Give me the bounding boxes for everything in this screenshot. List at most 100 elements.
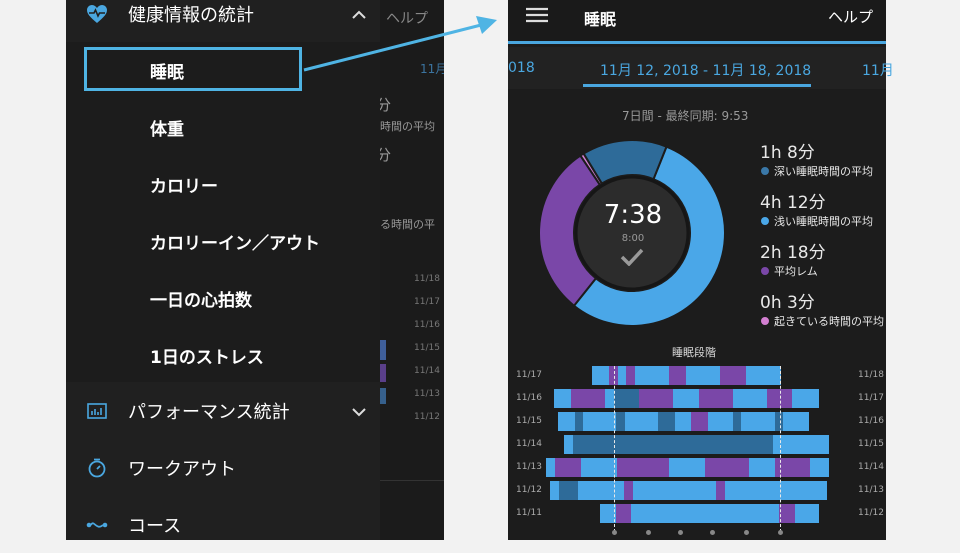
sleep-stages-chart: 11/17 11/18 11/16 11/17 11/15 11/16 11/14 11/15… (508, 366, 886, 540)
legend-label-awake: 起きている時間の平均 (774, 315, 884, 328)
behind-date: 11/15 (414, 343, 440, 353)
time-axis-dot (612, 530, 617, 535)
drawer-subitem-label: 1日のストレス (150, 347, 264, 368)
stage-day-label: 11/15 (516, 416, 542, 426)
time-axis-dot (778, 530, 783, 535)
legend-value-rem: 2h 18分 (760, 243, 826, 263)
tab-previous-week[interactable]: 018 (508, 60, 535, 76)
legend-dot-light (761, 217, 769, 225)
heart-icon (86, 3, 108, 25)
drawer-item-label: 健康情報の統計 (128, 5, 254, 26)
stage-day-label-right: 11/17 (858, 393, 884, 403)
stage-bar (558, 412, 809, 431)
bedtime-marker-line (780, 366, 781, 532)
stage-bar (546, 458, 829, 477)
stage-day-label-right: 11/12 (858, 508, 884, 518)
stage-bar (550, 481, 827, 500)
app-header: 睡眠 ヘルプ (508, 0, 886, 44)
drawer-subitem-heart-rate[interactable]: 一日の心拍数 (66, 270, 380, 326)
stage-bar (564, 435, 829, 454)
behind-bar (380, 388, 386, 404)
time-axis-dot (678, 530, 683, 535)
legend-label-rem: 平均レム (774, 265, 818, 278)
chevron-down-icon (352, 402, 366, 421)
chart-icon (86, 400, 108, 422)
stage-segment (810, 504, 819, 523)
legend-dot-deep (761, 167, 769, 175)
drawer-item-course[interactable]: コース (66, 497, 380, 553)
donut-goal: 8:00 (621, 233, 645, 244)
stage-day-label: 11/11 (516, 508, 542, 518)
drawer-item-workout[interactable]: ワークアウト (66, 440, 380, 496)
stage-day-label-right: 11/15 (858, 439, 884, 449)
time-axis-dot (710, 530, 715, 535)
page-title: 睡眠 (584, 10, 617, 29)
stage-day-label: 11/14 (516, 439, 542, 449)
drawer-subitem-label: 体重 (150, 119, 184, 140)
time-axis-dot (744, 530, 749, 535)
drawer-item-label: ワークアウト (128, 459, 236, 480)
behind-bar (380, 340, 386, 360)
stage-day-label-right: 11/13 (858, 485, 884, 495)
behind-date: 11/18 (414, 274, 440, 284)
legend-dot-awake (761, 317, 769, 325)
legend-value-light: 4h 12分 (760, 193, 826, 213)
pointer-arrow (303, 16, 497, 72)
date-range-tabs: 018 11月 12, 2018 - 11月 18, 2018 11月 (508, 47, 894, 89)
stopwatch-icon (86, 457, 108, 479)
checkmark-icon (620, 248, 644, 270)
sync-status: 7日間 - 最終同期: 9:53 (622, 109, 749, 123)
legend-value-awake: 0h 3分 (760, 293, 815, 313)
drawer-item-performance[interactable]: パフォーマンス統計 (66, 383, 380, 439)
stage-segment (799, 412, 809, 431)
stage-bar (592, 366, 781, 385)
sleep-legend: 1h 8分 深い睡眠時間の平均 4h 12分 浅い睡眠時間の平均 2h 18分 … (760, 138, 886, 338)
stage-bar (554, 389, 819, 408)
drawer-subitem-calories-in-out[interactable]: カロリーイン／アウト (66, 213, 380, 269)
help-button[interactable]: ヘルプ (828, 6, 873, 27)
drawer-subitem-stress[interactable]: 1日のストレス (66, 327, 380, 383)
stage-day-label-right: 11/14 (858, 462, 884, 472)
active-tab-indicator (583, 84, 811, 87)
legend-label-deep: 深い睡眠時間の平均 (774, 165, 873, 178)
stage-day-label: 11/17 (516, 370, 542, 380)
behind-frag2: 時間の平均 (380, 120, 435, 133)
drawer-item-label: パフォーマンス統計 (128, 402, 290, 423)
stage-bar (600, 504, 819, 523)
behind-frag4: る時間の平 (380, 218, 435, 231)
behind-date: 11/13 (414, 389, 440, 399)
stage-day-label: 11/16 (516, 393, 542, 403)
drawer-subitem-label: カロリー (150, 176, 218, 197)
stage-segment (818, 435, 829, 454)
legend-value-deep: 1h 8分 (760, 143, 815, 163)
behind-bar (380, 364, 386, 382)
tab-next-week[interactable]: 11月 (862, 60, 894, 80)
stage-segment (819, 458, 829, 477)
drawer-subitem-label: カロリーイン／アウト (150, 233, 320, 254)
bedtime-marker-line (614, 366, 615, 532)
drawer-subitem-calories[interactable]: カロリー (66, 156, 380, 212)
behind-divider (380, 480, 444, 481)
behind-frag1: 分 (380, 96, 392, 114)
drawer-subitem-label: 一日の心拍数 (150, 290, 252, 311)
legend-dot-rem (761, 267, 769, 275)
legend-label-light: 浅い睡眠時間の平均 (774, 215, 873, 228)
drawer-subitem-weight[interactable]: 体重 (66, 99, 380, 155)
stage-day-label: 11/12 (516, 485, 542, 495)
behind-date: 11/16 (414, 320, 440, 330)
time-axis-dot (646, 530, 651, 535)
behind-frag3: 分 (380, 146, 392, 164)
behind-date: 11/17 (414, 297, 440, 307)
stage-day-label-right: 11/18 (858, 370, 884, 380)
behind-date: 11/14 (414, 366, 440, 376)
behind-date: 11/12 (414, 412, 440, 422)
stage-segment (809, 389, 819, 408)
sleep-highlight-box (84, 47, 302, 91)
sleep-stages-title: 睡眠段階 (672, 346, 716, 359)
hamburger-icon[interactable] (526, 6, 548, 28)
tab-current-week[interactable]: 11月 12, 2018 - 11月 18, 2018 (600, 60, 811, 80)
donut-center-time: 7:38 (603, 200, 663, 230)
drawer-item-label: コース (128, 516, 182, 537)
stage-segment (816, 481, 827, 500)
stage-day-label-right: 11/16 (858, 416, 884, 426)
